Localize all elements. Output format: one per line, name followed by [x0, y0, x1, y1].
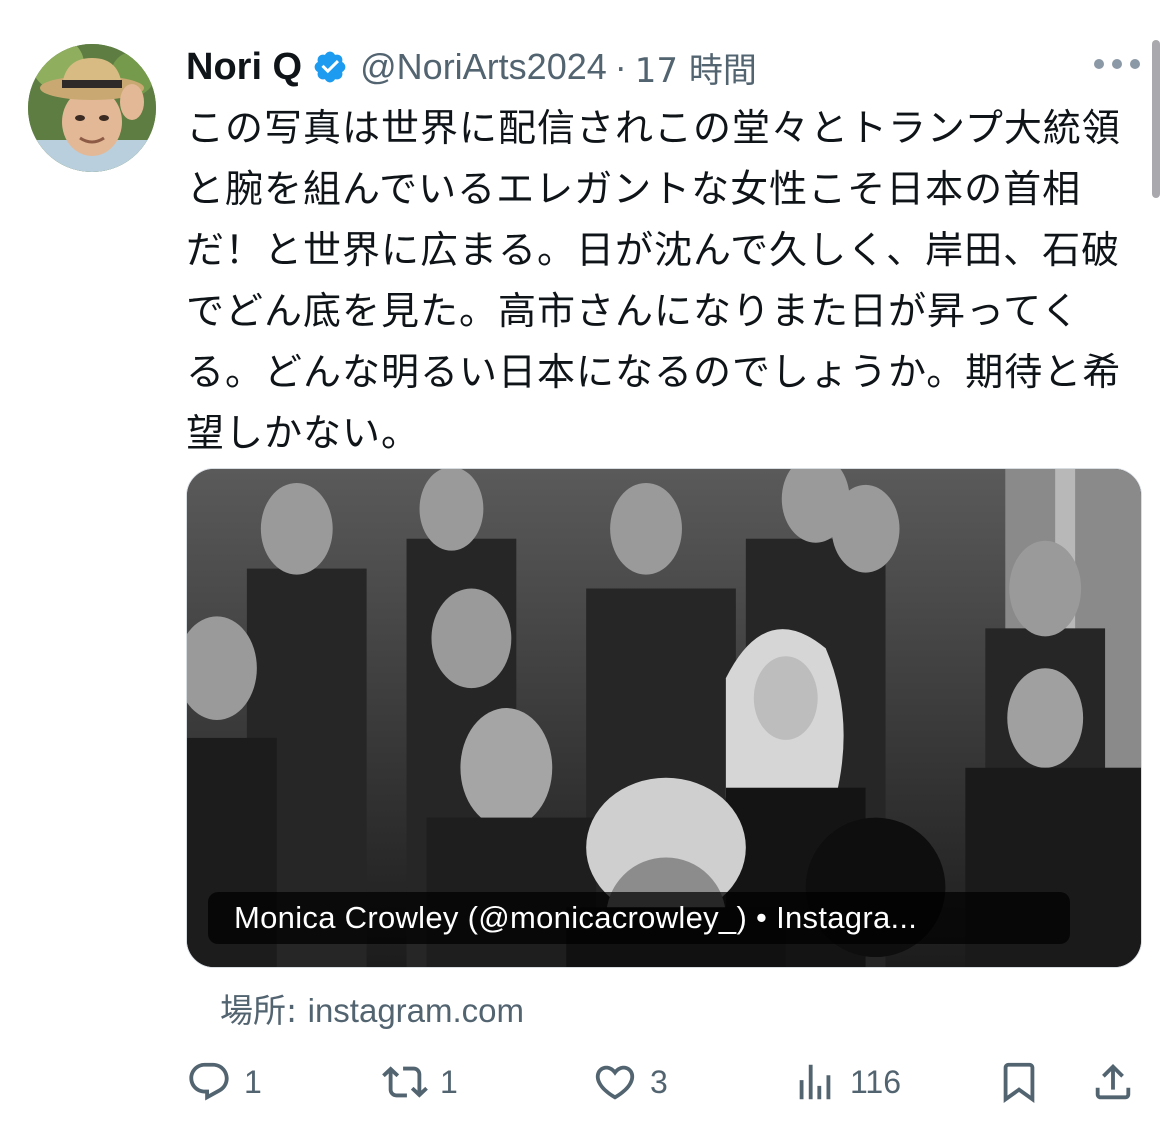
bookmark-button[interactable] — [996, 1052, 1042, 1112]
verified-badge-icon[interactable] — [312, 49, 348, 85]
link-card-caption[interactable]: Monica Crowley (@monicacrowley_) • Insta… — [208, 892, 1070, 944]
reply-count: 1 — [244, 1063, 262, 1100]
share-button[interactable] — [1090, 1052, 1136, 1112]
heart-icon — [595, 1065, 635, 1100]
views-count: 116 — [850, 1063, 902, 1100]
scrollbar[interactable] — [1152, 40, 1160, 198]
share-icon — [1095, 1063, 1131, 1100]
source-domain[interactable]: instagram.com — [308, 992, 524, 1029]
tweet-header: Nori Q @NoriArts2024 · 17 時間 — [186, 40, 757, 94]
avatar-image — [28, 44, 156, 172]
views-button[interactable]: 116 — [792, 1052, 901, 1112]
link-source[interactable]: 場所: instagram.com — [220, 984, 524, 1032]
source-label: 場所: — [220, 991, 308, 1030]
like-button[interactable]: 3 — [592, 1052, 668, 1112]
retweet-icon — [382, 1066, 428, 1098]
tweet-text: この写真は世界に配信されこの堂々とトランプ大統領と腕を組んでいるエレガントな女性… — [186, 106, 1122, 455]
separator-dot: · — [614, 46, 627, 87]
reply-icon — [189, 1062, 229, 1101]
avatar[interactable] — [28, 44, 156, 172]
more-options-icon[interactable] — [1094, 56, 1140, 72]
retweet-count: 1 — [440, 1063, 458, 1100]
bookmark-icon — [1003, 1062, 1035, 1103]
timestamp[interactable]: 17 時間 — [635, 43, 757, 92]
retweet-button[interactable]: 1 — [382, 1052, 458, 1112]
user-handle[interactable]: @NoriArts2024 — [360, 46, 607, 88]
display-name[interactable]: Nori Q — [186, 46, 302, 89]
action-bar: 1 1 3 116 — [186, 1052, 1146, 1112]
like-count: 3 — [650, 1063, 668, 1100]
reply-button[interactable]: 1 — [186, 1052, 262, 1112]
views-icon — [799, 1064, 831, 1100]
